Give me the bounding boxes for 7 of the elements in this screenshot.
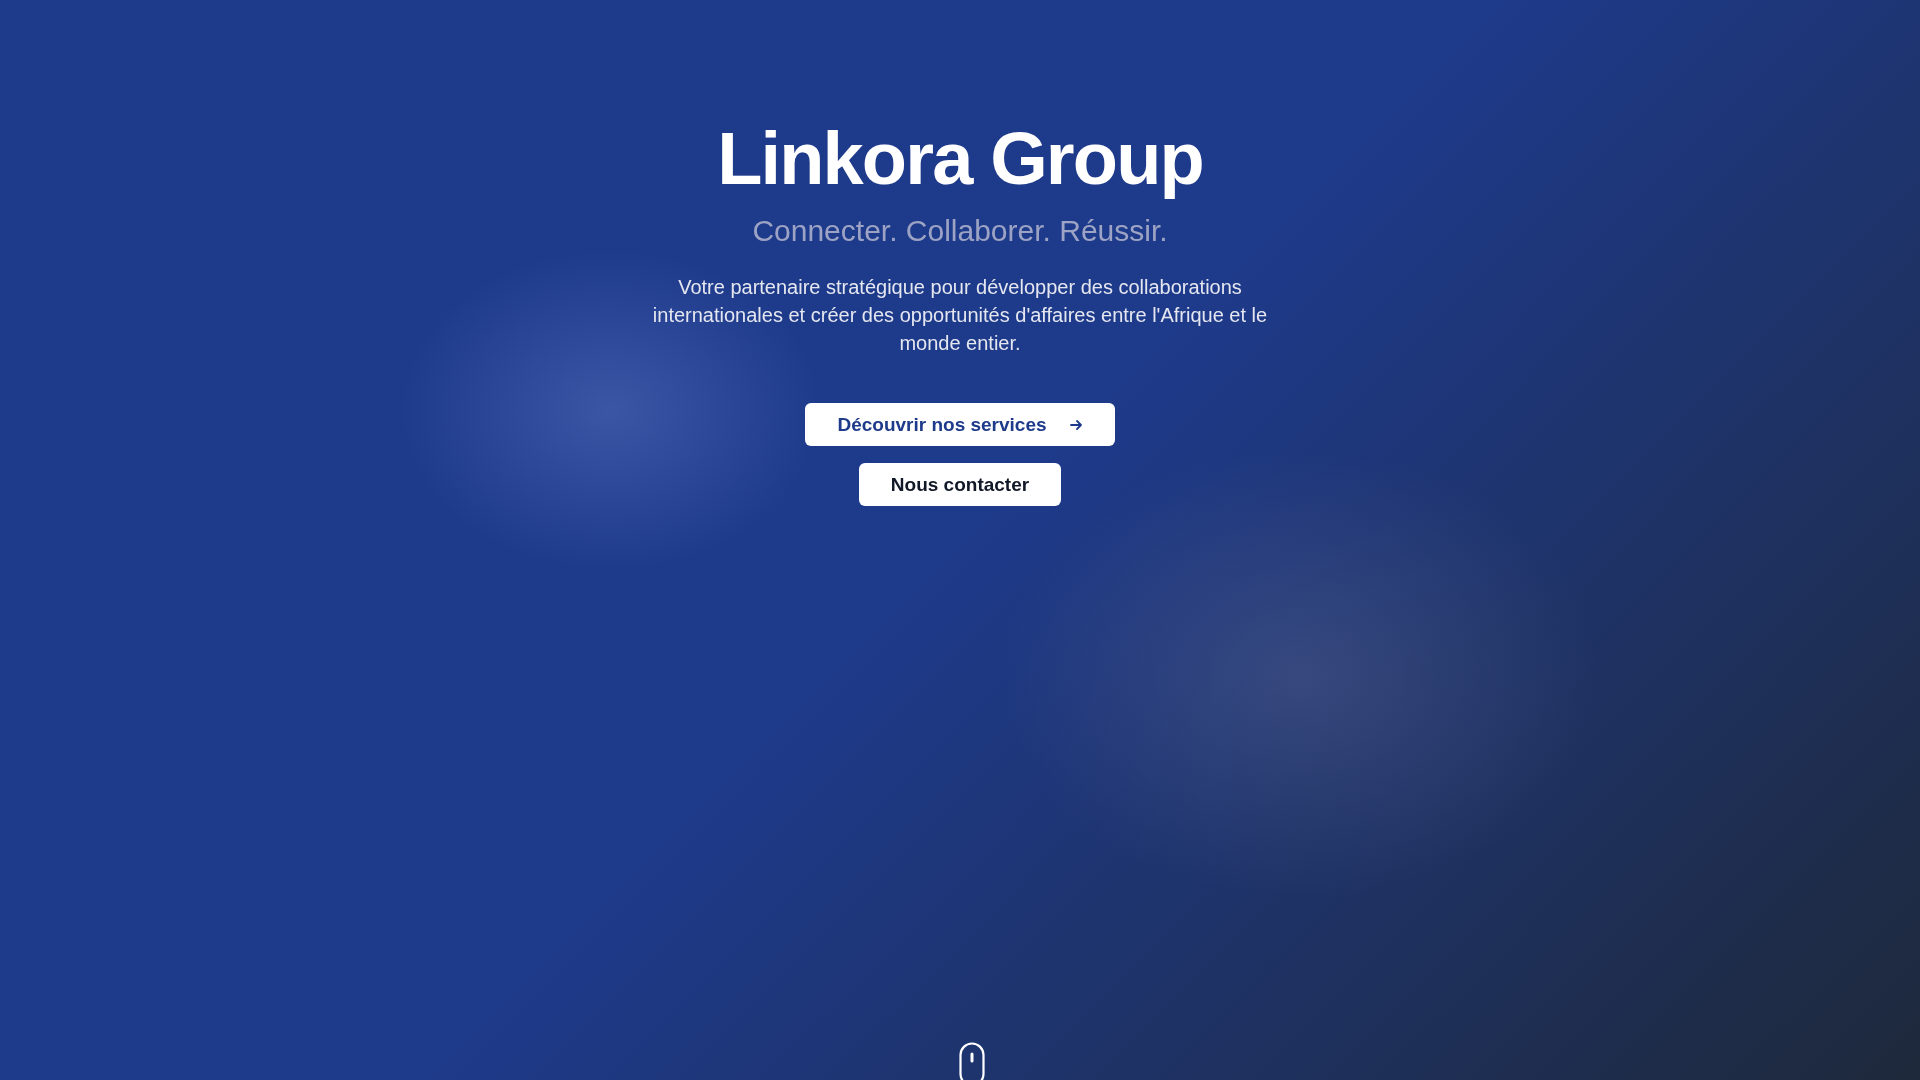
hero-title: Linkora Group bbox=[717, 118, 1203, 200]
mouse-scroll-icon bbox=[959, 1042, 985, 1080]
tagline: Connecter. Collaborer. Réussir. bbox=[752, 213, 1168, 250]
services-button[interactable]: Découvrir nos services bbox=[805, 403, 1115, 447]
contact-button[interactable]: Nous contacter bbox=[858, 463, 1062, 507]
hero-description: Votre partenaire stratégique pour développer des collaborations internationales et créer des opportunités d'affaires entre l'Afrique et le monde entier. bbox=[651, 275, 1269, 357]
arrow-right-icon bbox=[1068, 417, 1083, 432]
